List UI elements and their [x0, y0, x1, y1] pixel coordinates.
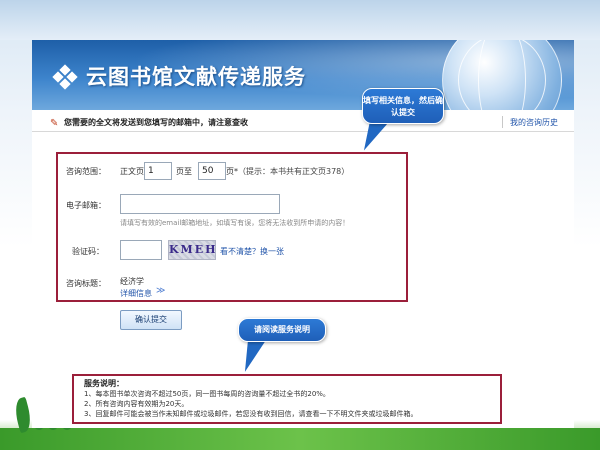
body-pages-label: 正文页 — [120, 167, 144, 176]
details-link[interactable]: 详细信息 — [120, 288, 152, 299]
globe-grid-line — [478, 40, 526, 110]
service-info-item: 1、每本图书单次咨询不超过50页，同一图书每周的咨询量不超过全书的20%。 — [84, 390, 330, 398]
history-link[interactable]: 我的咨询历史 — [510, 117, 558, 128]
email-label: 电子邮箱： — [66, 201, 106, 210]
notice-bar: ✎ 您需要的全文将发送到您填写的邮箱中，请注意查收 我的咨询历史 — [32, 114, 574, 132]
subject-label: 咨询标题： — [66, 279, 106, 288]
slide-top-band — [0, 0, 600, 40]
header-banner: 云图书馆文献传递服务 — [32, 40, 574, 110]
refresh-captcha-link[interactable]: 看不清楚？换一张 — [220, 246, 284, 257]
service-info-item: 3、回复邮件可能会被当作未知邮件或垃圾邮件，若您没有收到回信，请查看一下不明文件… — [84, 410, 418, 418]
page-from-input[interactable] — [144, 162, 172, 180]
captcha-input[interactable] — [120, 240, 162, 260]
range-label: 咨询范围： — [66, 167, 106, 176]
captcha-label: 验证码： — [72, 247, 104, 256]
captcha-image: KMEH — [168, 240, 216, 260]
notice-text: 您需要的全文将发送到您填写的邮箱中，请注意查收 — [64, 118, 248, 127]
page-hint: （提示：本书共有正文页378） — [238, 167, 350, 176]
service-info-box: 服务说明： 1、每本图书单次咨询不超过50页，同一图书每周的咨询量不超过全书的2… — [72, 374, 502, 424]
email-field[interactable] — [120, 194, 280, 214]
slide-bottom-band — [0, 428, 600, 450]
divider — [502, 116, 503, 128]
email-hint: 请填写有效的email邮箱地址，如填写有误，您将无法收到所申请的内容！ — [120, 219, 350, 227]
pencil-icon: ✎ — [50, 118, 59, 129]
page-title: 云图书馆文献传递服务 — [86, 65, 306, 89]
request-form: 咨询范围： 正文页 页至 页* （提示：本书共有正文页378） 电子邮箱： 请填… — [56, 152, 408, 302]
service-info-item: 2、所有咨询内容有效期为20天。 — [84, 400, 189, 408]
chevron-down-icon[interactable]: ≫ — [156, 286, 165, 296]
subject-value: 经济学 — [120, 277, 144, 286]
service-info-title: 服务说明： — [84, 379, 124, 388]
page-to-input[interactable] — [198, 162, 226, 180]
submit-button[interactable]: 确认提交 — [120, 310, 182, 330]
to-label: 页至 — [176, 167, 192, 176]
page-suffix: 页* — [226, 167, 238, 176]
read-terms-callout: 请阅读服务说明 — [238, 318, 326, 342]
fill-info-callout: 填写相关信息，然后确认提交 — [362, 88, 444, 124]
diamond-logo-icon — [52, 64, 78, 90]
